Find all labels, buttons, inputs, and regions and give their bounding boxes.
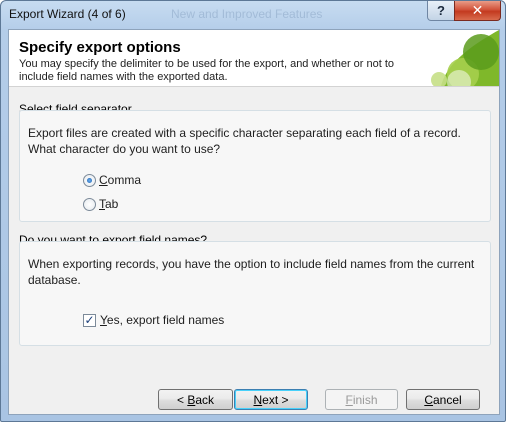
wizard-window: Export Wizard (4 of 6) New and Improved … <box>0 0 506 422</box>
field-names-group-box: When exporting records, you have the opt… <box>19 241 491 346</box>
help-icon: ? <box>437 3 445 18</box>
next-button[interactable]: Next > <box>234 389 308 410</box>
tab-radio-button[interactable] <box>83 197 96 211</box>
comma-radio-label: Comma <box>99 173 142 187</box>
close-button[interactable]: ✕ <box>454 1 501 21</box>
wizard-header: Specify export options You may specify t… <box>9 30 499 87</box>
field-names-description: When exporting records, you have the opt… <box>28 257 475 287</box>
page-description: You may specify the delimiter to be used… <box>19 58 395 83</box>
finish-button[interactable]: Finish <box>325 389 398 410</box>
back-button[interactable]: < Back <box>158 389 233 410</box>
field-names-group: Do you want to export field names? When … <box>19 233 491 346</box>
comma-radio-option[interactable]: Comma <box>83 172 141 188</box>
tab-radio-label: Tab <box>99 197 119 211</box>
leaf-decoration-icon <box>431 30 499 86</box>
separator-group-description: Export files are created with a specific… <box>28 126 461 156</box>
window-title: Export Wizard (4 of 6) <box>9 7 126 21</box>
tab-radio-option[interactable]: Tab <box>83 196 118 212</box>
dialog-body: Specify export options You may specify t… <box>8 29 500 415</box>
comma-radio-button[interactable] <box>83 173 96 187</box>
close-icon: ✕ <box>471 2 484 18</box>
export-field-names-checkbox[interactable]: ✓ <box>83 313 96 327</box>
page-title: Specify export options <box>19 39 181 56</box>
background-window-title: New and Improved Features <box>171 7 323 21</box>
separator-group-box: Export files are created with a specific… <box>19 110 491 222</box>
separator-group: Select field separator Export files are … <box>19 102 491 222</box>
title-bar[interactable]: Export Wizard (4 of 6) New and Improved … <box>1 1 505 29</box>
cancel-button[interactable]: Cancel <box>406 389 480 410</box>
help-button[interactable]: ? <box>427 1 455 21</box>
export-field-names-label: Yes, export field names <box>100 313 225 327</box>
export-field-names-option[interactable]: ✓ Yes, export field names <box>83 312 224 328</box>
